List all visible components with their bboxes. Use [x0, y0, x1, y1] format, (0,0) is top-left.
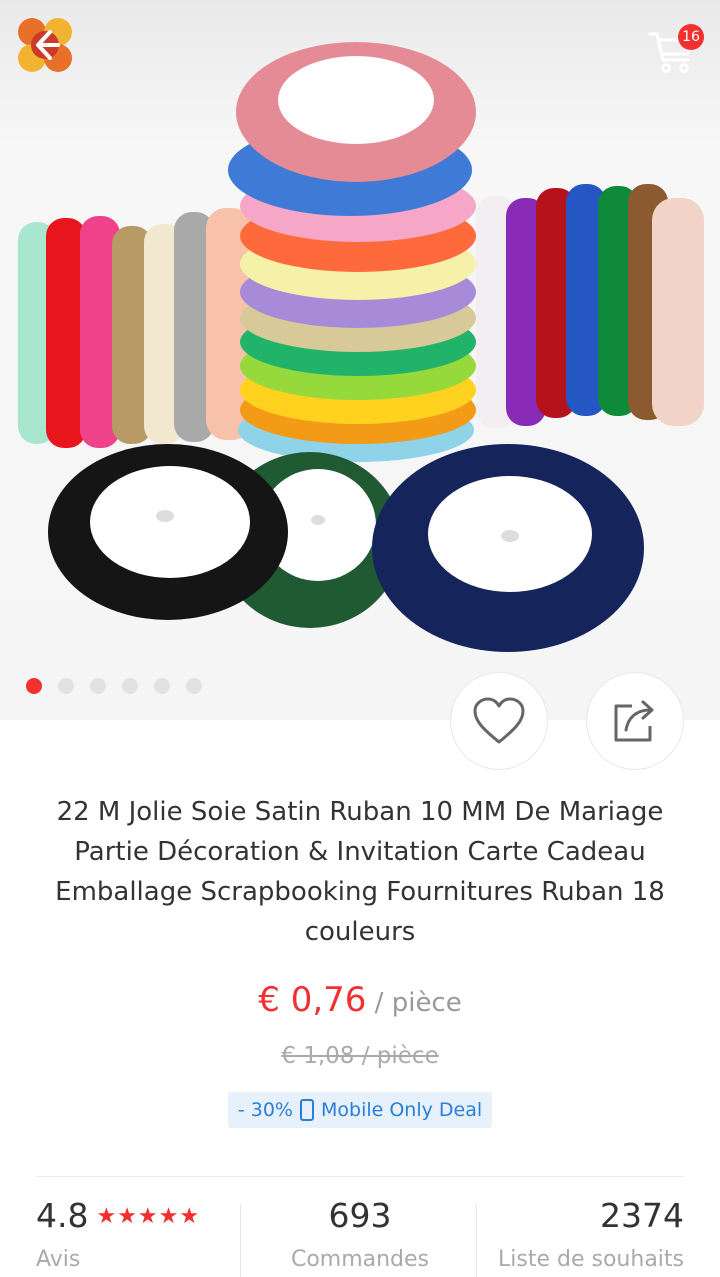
- gallery-dot[interactable]: [90, 678, 106, 694]
- product-photo-ribbons: [0, 0, 720, 720]
- price-row: € 0,76 / pièce: [0, 980, 720, 1020]
- gallery-dot[interactable]: [154, 678, 170, 694]
- ribbon-spools-right: [476, 184, 704, 428]
- stat-rating[interactable]: 4.8 ★★★★★ Avis: [36, 1196, 200, 1277]
- orders-value: 693: [328, 1196, 392, 1235]
- deal-label: Mobile Only Deal: [320, 1099, 483, 1121]
- product-title: 22 M Jolie Soie Satin Ruban 10 MM De Mar…: [55, 797, 665, 947]
- stat-orders[interactable]: 693 Commandes: [244, 1196, 476, 1277]
- mobile-deal-badge: - 30% Mobile Only Deal: [228, 1092, 492, 1128]
- heart-icon: [473, 697, 525, 744]
- stat-separator: [240, 1204, 241, 1277]
- stat-wishlist[interactable]: 2374 Liste de souhaits: [478, 1196, 684, 1277]
- rating-value: 4.8: [36, 1196, 89, 1235]
- share-button[interactable]: [586, 672, 684, 770]
- back-button[interactable]: [12, 12, 78, 78]
- cart-count-badge: 16: [678, 24, 704, 50]
- orders-label: Commandes: [290, 1247, 430, 1272]
- gallery-dot[interactable]: [186, 678, 202, 694]
- stat-separator: [476, 1204, 477, 1277]
- rating-stars: ★★★★★: [96, 1204, 201, 1229]
- wishlist-value: 2374: [600, 1196, 684, 1235]
- ribbon-spools-center-stack: [228, 42, 476, 462]
- current-price: € 0,76: [258, 980, 367, 1020]
- back-arrow-icon: [18, 18, 72, 72]
- share-icon: [614, 700, 654, 742]
- divider: [36, 1176, 684, 1177]
- gallery-pagination: [26, 678, 202, 694]
- gallery-dot[interactable]: [58, 678, 74, 694]
- wishlist-button[interactable]: [450, 672, 548, 770]
- cart-button[interactable]: 16: [646, 24, 704, 74]
- mobile-phone-icon: [299, 1099, 314, 1121]
- price-unit: / pièce: [366, 988, 462, 1018]
- deal-discount: - 30%: [237, 1099, 293, 1121]
- original-price: € 1,08 / pièce: [281, 1043, 439, 1069]
- product-stats: 4.8 ★★★★★ Avis 693 Commandes 2374 Liste d…: [0, 1196, 720, 1277]
- gallery-dot[interactable]: [122, 678, 138, 694]
- product-image-gallery[interactable]: 16: [0, 0, 720, 720]
- rating-label: Avis: [36, 1247, 81, 1272]
- ribbon-spools-left: [18, 208, 252, 448]
- gallery-dot[interactable]: [26, 678, 42, 694]
- wishlist-label: Liste de souhaits: [498, 1247, 684, 1272]
